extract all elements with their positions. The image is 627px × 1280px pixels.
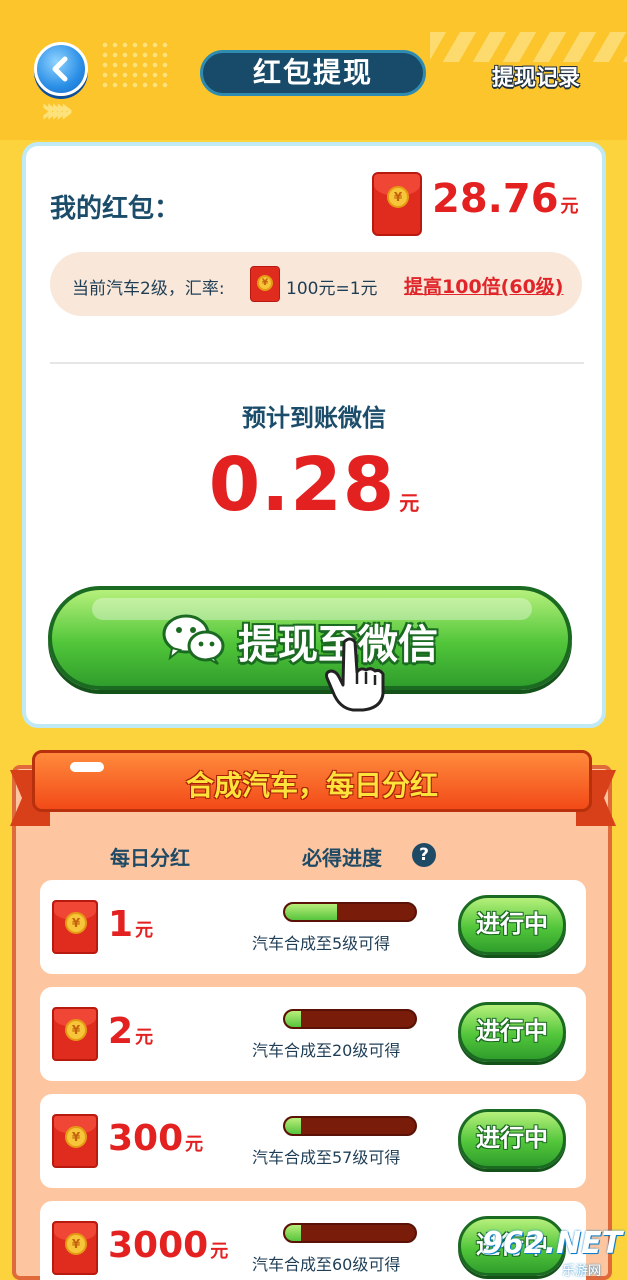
expected-amount: 0.28 元 [208, 442, 420, 528]
progress-fill [285, 1011, 301, 1027]
red-packet-icon: ¥ [250, 266, 280, 302]
divider [50, 362, 584, 364]
in-progress-button[interactable]: 进行中 [458, 1109, 566, 1169]
progress-bar [283, 1116, 417, 1136]
progress-fill [285, 904, 337, 920]
balance-amount: 28.76 元 [432, 176, 579, 222]
progress-fill [285, 1225, 301, 1241]
column-header-reward: 每日分红 [110, 846, 190, 870]
boost-rate-link[interactable]: 提高100倍(60级) [404, 272, 563, 299]
dividend-row: ¥2 元汽车合成至20级可得 进行中 [40, 987, 586, 1081]
rate-value: 100元=1元 [286, 279, 378, 299]
withdraw-history-link[interactable]: 提现记录 [492, 60, 580, 92]
back-button[interactable] [34, 42, 88, 96]
progress-fill [285, 1118, 301, 1134]
dividend-row: ¥1 元汽车合成至5级可得 进行中 [40, 880, 586, 974]
page-title: 红包提现 [200, 50, 426, 96]
decorative-chevrons: ››››› [40, 90, 74, 131]
help-icon[interactable]: ? [412, 843, 436, 867]
withdraw-to-wechat-button[interactable]: 提现至微信 [48, 586, 572, 690]
decorative-stripes [430, 32, 627, 62]
rate-label: 当前汽车2级，汇率: [72, 279, 225, 299]
progress-bar [283, 1009, 417, 1029]
exchange-rate-bar: 当前汽车2级，汇率: ¥ 100元=1元 提高100倍(60级) [50, 252, 582, 316]
dividend-row: ¥300 元汽车合成至57级可得 进行中 [40, 1094, 586, 1188]
in-progress-button[interactable]: 进行中 [458, 895, 566, 955]
watermark-logo: 962.NET [482, 1226, 623, 1261]
in-progress-button[interactable]: 进行中 [458, 1002, 566, 1062]
wechat-icon [162, 614, 225, 665]
banner-title: 合成汽车，每日分红 [185, 769, 438, 802]
decorative-dots [100, 40, 170, 90]
pointing-hand-icon [325, 637, 385, 712]
progress-bar [283, 902, 417, 922]
column-header-progress: 必得进度 [302, 846, 382, 870]
watermark-sub: 乐游网 [562, 1264, 602, 1279]
expected-label: 预计到账微信 [242, 404, 386, 432]
balance-card: 我的红包： ¥ 28.76 元 当前汽车2级，汇率: ¥ 100元=1元 提高10… [22, 142, 606, 728]
my-redpacket-label: 我的红包： [50, 194, 181, 224]
chevron-left-icon [52, 56, 68, 82]
progress-bar [283, 1223, 417, 1243]
red-packet-icon: ¥ [372, 172, 422, 236]
